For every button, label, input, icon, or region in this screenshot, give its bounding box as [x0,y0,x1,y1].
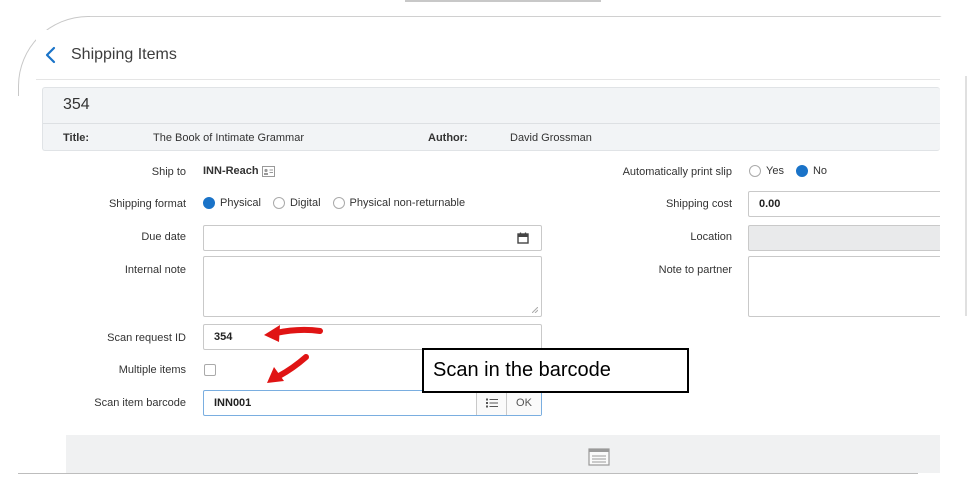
multiple-items-label: Multiple items [118,364,186,376]
multiple-items-checkbox[interactable] [204,364,216,376]
item-divider [43,123,940,124]
author-value: David Grossman [510,132,592,144]
radio-yes-label: Yes [766,165,784,177]
results-area [66,435,940,473]
radio-no[interactable] [795,165,808,177]
auto-print-slip-label: Automatically print slip [622,166,732,178]
red-arrow-icon [267,354,309,383]
window-frame-right-edge [940,16,967,489]
red-arrow-icon [264,325,323,342]
ship-to-value: INN-Reach [203,165,259,177]
internal-note-textarea[interactable] [203,256,542,317]
list-icon [485,398,498,408]
title-label: Title: [63,132,90,144]
resize-grip-icon[interactable] [532,307,538,313]
scan-item-barcode-value: INN001 [214,397,252,409]
radio-yes[interactable] [749,165,761,177]
scan-item-barcode-label: Scan item barcode [94,397,186,409]
due-date-input[interactable] [203,225,542,251]
item-id: 354 [63,96,90,113]
ship-to-value-group: INN-Reach [203,165,275,177]
internal-note-label: Internal note [124,264,186,276]
scan-item-barcode-input[interactable]: INN001 OK [203,390,542,416]
chevron-left-icon[interactable] [44,46,58,64]
shipping-format-label: Shipping format [108,198,186,210]
author-label: Author: [428,132,468,144]
radio-digital[interactable] [272,197,285,209]
calendar-icon[interactable] [517,232,529,244]
contact-card-icon[interactable] [261,165,275,177]
radio-physical[interactable] [203,197,215,209]
barcode-callout: Scan in the barcode [422,348,689,393]
window-top-edge [405,0,601,2]
location-label: Location [690,231,732,243]
page-title: Shipping Items [71,46,177,63]
window-frame-top [90,16,967,17]
radio-physical-non-returnable[interactable] [332,197,345,209]
window-frame-bottom [18,473,918,474]
title-value: The Book of Intimate Grammar [153,132,304,144]
item-summary-card: 354 Title: The Book of Intimate Grammar … [42,87,940,151]
note-to-partner-label: Note to partner [658,264,732,276]
ok-button[interactable]: OK [506,391,541,415]
shipping-cost-input[interactable]: 0.00 [748,191,940,217]
note-to-partner-textarea[interactable] [748,256,940,317]
screenshot-stage: Shipping Items 354 Title: The Book of In… [0,0,967,489]
shipping-format-radio-group: Physical Digital Physical non-returnable [203,197,477,209]
scan-request-id-label: Scan request ID [107,332,186,344]
shipping-items-panel: Shipping Items 354 Title: The Book of In… [36,30,940,473]
auto-print-slip-radio-group: Yes No [749,165,839,177]
document-list-icon [588,448,610,466]
ship-to-label: Ship to [151,166,186,178]
radio-no-label: No [812,165,828,177]
shipping-cost-label: Shipping cost [665,198,732,210]
page-header: Shipping Items [36,30,940,80]
location-input[interactable] [748,225,940,251]
list-toggle-button[interactable] [476,391,506,415]
radio-physical-non-returnable-label: Physical non-returnable [349,197,466,209]
scan-request-id-input[interactable]: 354 [203,324,542,350]
due-date-label: Due date [141,231,186,243]
radio-physical-label: Physical [220,197,261,209]
radio-digital-label: Digital [289,197,321,209]
